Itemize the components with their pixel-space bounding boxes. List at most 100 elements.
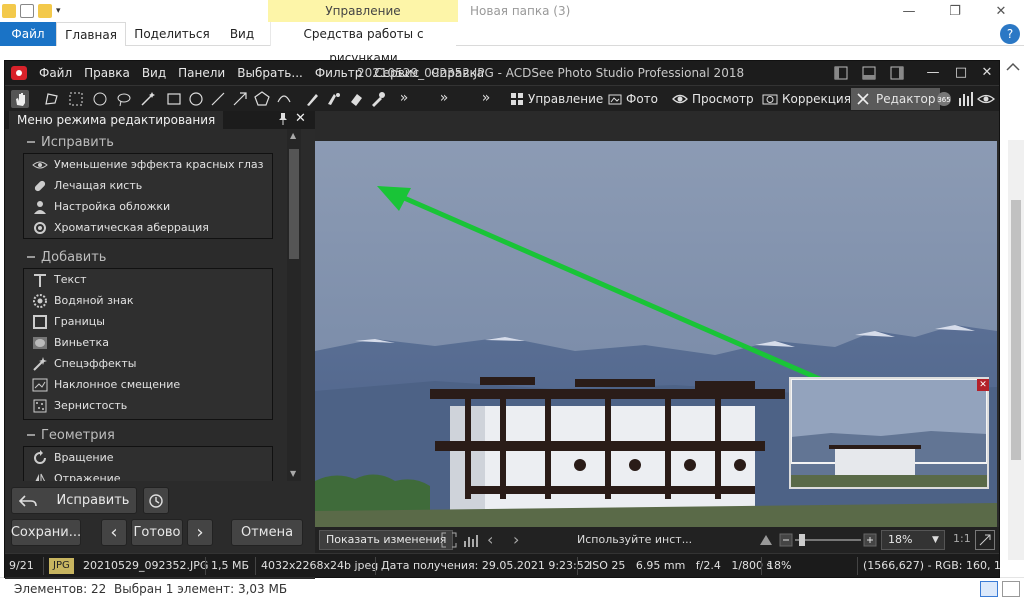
menu-item-rotate[interactable]: Вращение	[24, 447, 272, 468]
camera-icon[interactable]	[11, 66, 27, 80]
show-changes-button[interactable]: Показать изменения	[319, 530, 454, 550]
menu-item-red-eye[interactable]: Уменьшение эффекта красных глаз	[24, 154, 272, 175]
menu-item-watermark[interactable]: Водяной знак	[24, 290, 272, 311]
section-header-geometry[interactable]: Геометрия	[27, 425, 115, 445]
done-button[interactable]: Готово	[131, 519, 183, 546]
mode-edit-button[interactable]: Редактор	[851, 88, 941, 110]
rect-select-icon[interactable]	[165, 90, 183, 108]
prev-button[interactable]: ‹	[101, 519, 127, 546]
histogram-icon[interactable]	[957, 90, 975, 108]
ellipse-icon[interactable]	[187, 90, 205, 108]
image-viewport[interactable]: ✕	[315, 111, 999, 529]
eye-outline-icon[interactable]	[977, 90, 995, 108]
maximize-icon[interactable]: □	[953, 65, 969, 81]
transform-icon[interactable]	[91, 90, 109, 108]
tab-share[interactable]: Поделиться	[130, 22, 214, 46]
curve-icon[interactable]	[275, 90, 293, 108]
fit-icon[interactable]	[441, 532, 457, 548]
arrow-tool-icon[interactable]	[231, 90, 249, 108]
more-tools-icon[interactable]: »	[395, 90, 413, 108]
menu-item-chromatic-aberration[interactable]: Хроматическая аберрация	[24, 217, 272, 238]
polygon-lasso-icon[interactable]	[43, 90, 61, 108]
zoom-select[interactable]: 18% ▼	[881, 530, 945, 550]
chevron-down-icon[interactable]: ▾	[56, 6, 61, 16]
hand-icon[interactable]	[11, 90, 29, 108]
lasso-icon[interactable]	[115, 90, 133, 108]
brush-icon[interactable]	[303, 90, 321, 108]
panel-scrollbar[interactable]: ▲ ▼	[287, 129, 301, 481]
layout-bottom-icon[interactable]	[861, 65, 877, 81]
zoom-slider[interactable]	[795, 534, 861, 546]
menu-item-tilt-shift[interactable]: Наклонное смещение	[24, 374, 272, 395]
more-tools-icon[interactable]: »	[435, 90, 453, 108]
menu-item-skin-tune[interactable]: Настройка обложки	[24, 196, 272, 217]
cancel-button[interactable]: Отмена	[231, 519, 303, 546]
more-tools-icon[interactable]: »	[477, 90, 495, 108]
triangle-up-icon[interactable]	[759, 534, 773, 546]
fullscreen-icon[interactable]	[975, 530, 995, 550]
pin-icon[interactable]	[277, 112, 289, 126]
menu-item-special-effects[interactable]: Спецэффекты	[24, 353, 272, 374]
eraser-icon[interactable]	[347, 90, 365, 108]
next-button[interactable]: ›	[187, 519, 213, 546]
close-button[interactable]: ✕	[978, 0, 1024, 22]
scroll-thumb[interactable]	[289, 149, 299, 259]
navigator-thumbnail[interactable]: ✕	[789, 377, 989, 489]
scroll-up-icon[interactable]: ▲	[290, 131, 296, 140]
menu-item-vignette[interactable]: Виньетка	[24, 332, 272, 353]
history-button[interactable]	[143, 487, 169, 514]
photo-canvas[interactable]: ✕	[315, 141, 997, 527]
menu-item-grain[interactable]: Зернистость	[24, 395, 272, 416]
chevron-left-icon[interactable]: ‹	[487, 530, 493, 549]
scroll-down-icon[interactable]: ▼	[290, 469, 296, 478]
panel-close-icon[interactable]: ✕	[295, 111, 306, 126]
tab-view[interactable]: Вид	[220, 22, 264, 46]
details-view-icon[interactable]	[980, 581, 998, 597]
up-arrow-icon[interactable]	[1002, 58, 1024, 76]
menu-item-borders[interactable]: Границы	[24, 311, 272, 332]
eyedropper-icon[interactable]	[369, 90, 387, 108]
folder-icon[interactable]	[2, 4, 16, 18]
menu-panes[interactable]: Панели	[178, 66, 225, 80]
fix-button[interactable]: Исправить	[11, 487, 137, 514]
menu-item-flip[interactable]: Отражение	[24, 468, 272, 481]
actual-size-button[interactable]: 1:1	[953, 532, 971, 545]
chevron-right-icon[interactable]: ›	[513, 530, 519, 549]
menu-filter[interactable]: Фильтр	[315, 66, 362, 80]
menu-item-healing-brush[interactable]: Лечащая кисть	[24, 175, 272, 196]
zoom-in-icon[interactable]	[863, 533, 877, 547]
section-header-repair[interactable]: Исправить	[27, 132, 114, 152]
help-button[interactable]: ?	[1000, 24, 1020, 44]
line-icon[interactable]	[209, 90, 227, 108]
mode-photo-button[interactable]: Фото	[603, 88, 663, 110]
explorer-scrollbar[interactable]	[1008, 140, 1024, 560]
properties-icon[interactable]	[20, 4, 34, 18]
histogram-icon[interactable]	[463, 532, 479, 548]
magic-select-icon[interactable]	[67, 90, 85, 108]
mode-manage-button[interactable]: Управление	[505, 88, 608, 110]
section-header-add[interactable]: Добавить	[27, 247, 106, 267]
365-icon[interactable]: 365	[935, 90, 953, 108]
mode-view-button[interactable]: Просмотр	[667, 88, 759, 110]
layout-right-icon[interactable]	[889, 65, 905, 81]
save-button[interactable]: Сохрани...	[11, 519, 81, 546]
layout-left-icon[interactable]	[833, 65, 849, 81]
close-icon[interactable]: ✕	[979, 65, 995, 81]
tab-picture-tools[interactable]: Средства работы с рисунками	[270, 22, 456, 65]
minimize-icon[interactable]: —	[925, 65, 941, 81]
zoom-slider-thumb[interactable]	[799, 534, 805, 546]
zoom-out-icon[interactable]	[779, 533, 793, 547]
minimize-button[interactable]: —	[886, 0, 932, 22]
clone-icon[interactable]	[325, 90, 343, 108]
maximize-button[interactable]: ❐	[932, 0, 978, 22]
polygon-icon[interactable]	[253, 90, 271, 108]
navigator-close-icon[interactable]: ✕	[977, 379, 989, 391]
tab-file[interactable]: Файл	[0, 22, 56, 46]
menu-file[interactable]: Файл	[39, 66, 72, 80]
magic-wand-icon[interactable]	[139, 90, 157, 108]
mode-develop-button[interactable]: Коррекция	[757, 88, 856, 110]
menu-edit[interactable]: Правка	[84, 66, 130, 80]
new-folder-icon[interactable]	[38, 4, 52, 18]
tab-home[interactable]: Главная	[56, 22, 126, 46]
tiles-view-icon[interactable]	[1002, 581, 1020, 597]
